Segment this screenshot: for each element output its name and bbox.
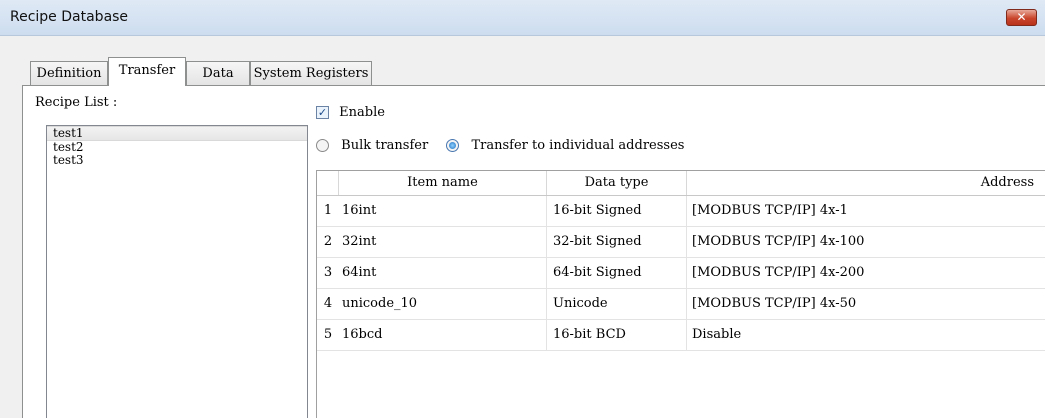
row-number-header [317,171,339,195]
list-item[interactable]: test1 [47,126,307,141]
tab-label: Transfer [118,63,176,78]
row-number: 5 [323,327,333,342]
individual-transfer-label: Transfer to individual addresses [471,138,685,153]
table-header: Item name Data type Address [317,171,1045,196]
close-button[interactable]: ✕ [1006,9,1037,26]
table-row[interactable]: 1 16int 16-bit Signed [MODBUS TCP/IP] 4x… [317,196,1045,227]
item-name-cell[interactable]: 64int [339,258,547,288]
table-row[interactable]: 4 unicode_10 Unicode [MODBUS TCP/IP] 4x-… [317,289,1045,320]
data-type-cell[interactable]: Unicode [547,289,687,319]
tab-transfer[interactable]: Transfer [108,57,186,86]
table-row[interactable]: 3 64int 64-bit Signed [MODBUS TCP/IP] 4x… [317,258,1045,289]
column-header-address[interactable]: Address [687,171,1045,195]
transfer-mode-group: Bulk transfer Transfer to individual add… [316,138,698,153]
row-number: 4 [323,296,333,311]
tab-label: Data [202,66,234,81]
column-header-item-name[interactable]: Item name [339,171,547,195]
row-number: 3 [323,265,333,280]
bulk-transfer-label: Bulk transfer [341,138,429,153]
tab-data[interactable]: Data [186,61,250,85]
address-cell[interactable]: [MODBUS TCP/IP] 4x-200 [687,258,1045,288]
item-name-cell[interactable]: 16int [339,196,547,226]
address-cell[interactable]: [MODBUS TCP/IP] 4x-100 [687,227,1045,257]
tab-label: Definition [36,66,102,81]
address-cell[interactable]: Disable [687,320,1045,350]
close-icon: ✕ [1016,10,1027,24]
item-name-cell[interactable]: unicode_10 [339,289,547,319]
data-type-cell[interactable]: 16-bit BCD [547,320,687,350]
data-type-cell[interactable]: 64-bit Signed [547,258,687,288]
enable-row: ✓ Enable [316,105,385,120]
address-cell[interactable]: [MODBUS TCP/IP] 4x-1 [687,196,1045,226]
tab-label: System Registers [253,66,369,81]
window-title: Recipe Database [10,9,129,25]
data-type-cell[interactable]: 32-bit Signed [547,227,687,257]
recipe-list[interactable]: test1 test2 test3 [46,125,308,418]
data-type-cell[interactable]: 16-bit Signed [547,196,687,226]
recipe-list-label: Recipe List : [35,95,118,110]
address-table[interactable]: Item name Data type Address 1 16int 16-b… [316,170,1045,418]
item-name-cell[interactable]: 16bcd [339,320,547,350]
row-number: 2 [323,234,333,249]
bulk-transfer-radio[interactable] [316,139,329,152]
table-row[interactable]: 2 32int 32-bit Signed [MODBUS TCP/IP] 4x… [317,227,1045,258]
item-name-cell[interactable]: 32int [339,227,547,257]
list-item[interactable]: test3 [47,154,307,167]
enable-checkbox[interactable]: ✓ [316,106,329,119]
table-row[interactable]: 5 16bcd 16-bit BCD Disable [317,320,1045,351]
column-header-data-type[interactable]: Data type [547,171,687,195]
individual-transfer-radio[interactable] [446,139,460,152]
tab-bar: Definition Transfer Data System Register… [0,57,1045,86]
enable-label: Enable [339,105,385,120]
address-cell[interactable]: [MODBUS TCP/IP] 4x-50 [687,289,1045,319]
tab-definition[interactable]: Definition [30,61,108,85]
list-item[interactable]: test2 [47,141,307,154]
row-number: 1 [323,203,333,218]
tab-system-registers[interactable]: System Registers [250,61,372,85]
title-bar: Recipe Database ✕ [0,0,1045,36]
